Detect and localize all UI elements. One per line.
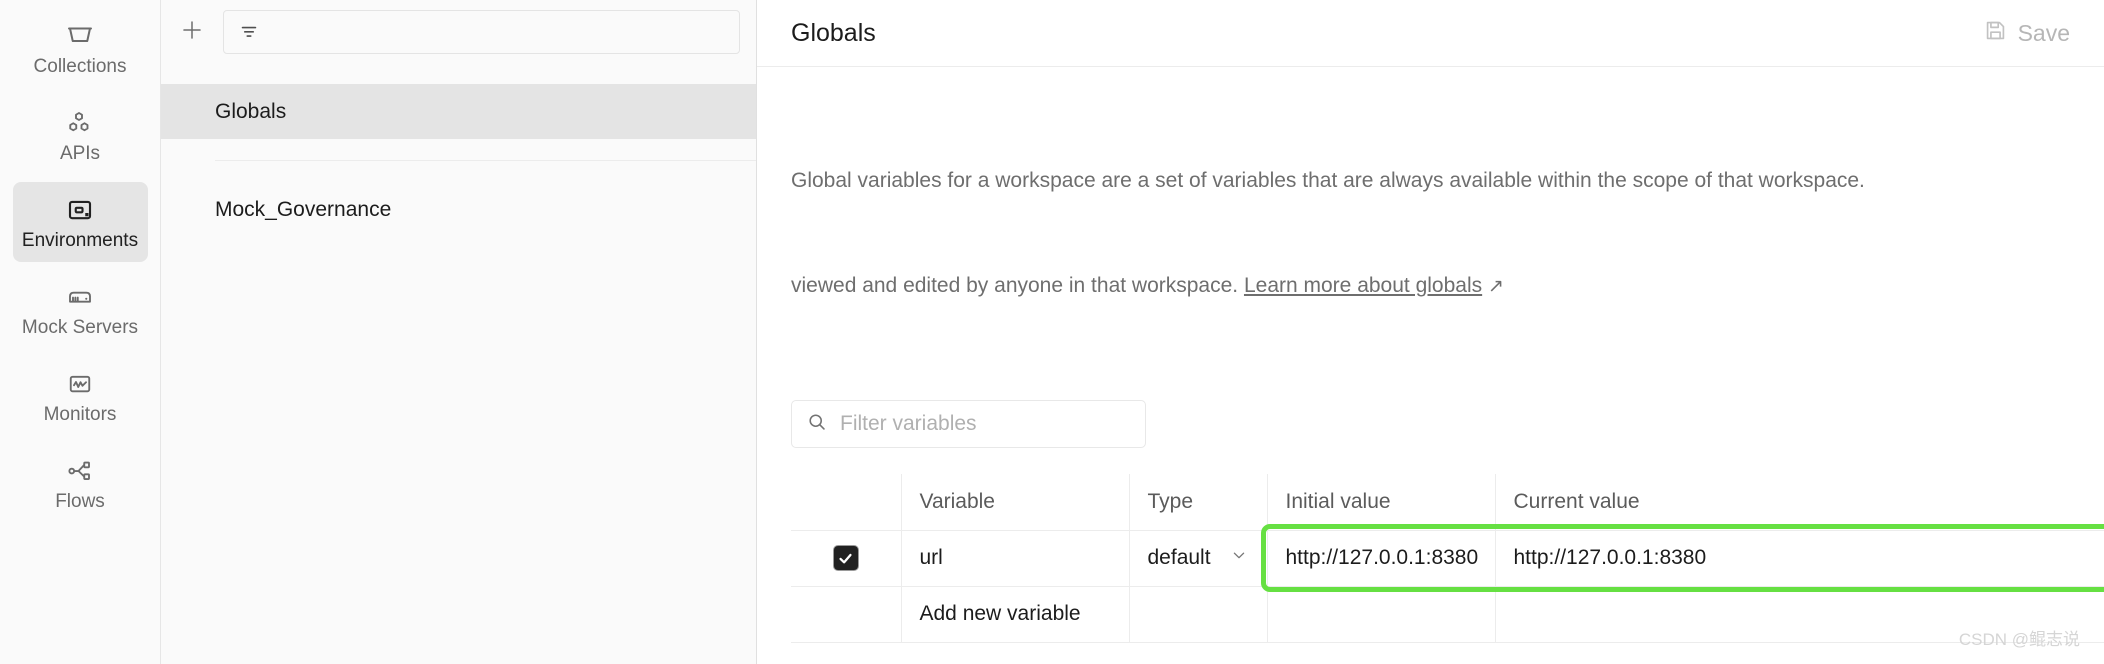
add-row-select-cell xyxy=(791,585,902,643)
sidebar-item-environments[interactable]: Environments xyxy=(12,182,148,262)
environments-list-panel: Globals Mock_Governance xyxy=(161,0,757,664)
env-list-spacer xyxy=(161,64,756,84)
sidebar-item-monitors[interactable]: Monitors xyxy=(13,356,148,436)
variable-type-cell[interactable]: default xyxy=(1129,529,1268,587)
main-body: Global variables for a workspace are a s… xyxy=(757,67,2104,643)
sidebar-item-label: Environments xyxy=(21,230,139,251)
watermark: CSDN @鲲志说 xyxy=(1958,630,2080,649)
add-environment-button[interactable] xyxy=(175,15,209,49)
sidebar-item-label: Monitors xyxy=(43,404,117,425)
environment-item-globals[interactable]: Globals xyxy=(161,84,756,139)
save-button[interactable]: Save xyxy=(1975,12,2078,55)
environment-item-mock-governance[interactable]: Mock_Governance xyxy=(161,182,756,237)
external-link-arrow-icon: ↗ xyxy=(1487,276,1504,297)
apis-icon xyxy=(65,106,95,140)
mock-servers-icon xyxy=(65,280,95,314)
column-header-current-value: Current value xyxy=(1495,474,2104,531)
table-row-add-new: Add new variable xyxy=(791,585,2104,643)
description-line-2: viewed and edited by anyone in that work… xyxy=(791,268,2070,304)
globals-description: Global variables for a workspace are a s… xyxy=(791,93,2070,374)
description-line-2-text: viewed and edited by anyone in that work… xyxy=(791,274,1244,297)
flows-icon xyxy=(65,454,95,488)
sidebar-item-label: Flows xyxy=(55,491,105,512)
table-header-row: Variable Type Initial value Current valu… xyxy=(791,474,2104,531)
variable-name-cell[interactable]: url xyxy=(901,529,1130,587)
variable-enabled-checkbox[interactable] xyxy=(832,545,859,571)
plus-icon xyxy=(179,17,205,48)
sidebar-item-collections[interactable]: Collections xyxy=(13,8,148,88)
add-row-initial-value-cell[interactable] xyxy=(1267,585,1496,643)
sidebar-item-label: Mock Servers xyxy=(21,317,139,338)
page-title: Globals xyxy=(791,18,876,47)
column-header-type: Type xyxy=(1129,474,1268,531)
floppy-disk-icon xyxy=(1983,18,2008,49)
env-list-divider xyxy=(215,160,756,161)
column-header-initial-value: Initial value xyxy=(1267,474,1496,531)
variable-current-value-cell[interactable]: http://127.0.0.1:8380 xyxy=(1495,529,2104,587)
monitors-icon xyxy=(65,367,95,401)
sidebar-item-mock-servers[interactable]: Mock Servers xyxy=(13,269,148,349)
environments-icon xyxy=(65,193,95,227)
variable-initial-value-cell[interactable]: http://127.0.0.1:8380 xyxy=(1267,529,1496,587)
variables-table-head: Variable Type Initial value Current valu… xyxy=(791,474,2104,531)
description-line-1: Global variables for a workspace are a s… xyxy=(791,169,1865,192)
search-icon xyxy=(806,411,828,438)
learn-more-link[interactable]: Learn more about globals xyxy=(1244,274,1482,297)
postman-window: Collections APIs Environments Mock Serve… xyxy=(0,0,2104,664)
variables-table-body: url default http://127.0.0.1:8380 http:/… xyxy=(791,529,2104,643)
sidebar-item-apis[interactable]: APIs xyxy=(13,95,148,175)
variables-table: Variable Type Initial value Current valu… xyxy=(791,474,2104,643)
filter-lines-icon[interactable] xyxy=(236,21,262,43)
row-select-cell xyxy=(791,529,902,587)
sidebar-item-label: APIs xyxy=(59,143,101,164)
collections-icon xyxy=(65,19,95,53)
save-label: Save xyxy=(2017,19,2070,46)
variables-filter-wrap: Filter variables xyxy=(791,400,2070,448)
main-content: Globals Save Global variables for a work… xyxy=(757,0,2104,664)
filter-variables-placeholder: Filter variables xyxy=(840,412,977,435)
environment-item-label: Mock_Governance xyxy=(215,197,392,221)
filter-variables-input[interactable]: Filter variables xyxy=(791,400,1146,448)
environments-toolbar xyxy=(161,0,756,64)
chevron-down-icon[interactable] xyxy=(1229,545,1249,571)
environments-filter-input[interactable] xyxy=(223,10,740,54)
variable-type-value: default xyxy=(1147,546,1211,569)
sidebar-item-label: Collections xyxy=(33,56,127,77)
column-header-variable: Variable xyxy=(901,474,1130,531)
add-new-variable-cell[interactable]: Add new variable xyxy=(901,585,1130,643)
primary-sidebar: Collections APIs Environments Mock Serve… xyxy=(0,0,161,664)
table-row: url default http://127.0.0.1:8380 http:/… xyxy=(791,529,2104,587)
add-row-type-cell[interactable] xyxy=(1129,585,1268,643)
column-header-select xyxy=(791,474,902,531)
sidebar-item-flows[interactable]: Flows xyxy=(13,443,148,523)
environment-item-label: Globals xyxy=(215,99,287,123)
main-header: Globals Save xyxy=(757,0,2104,67)
